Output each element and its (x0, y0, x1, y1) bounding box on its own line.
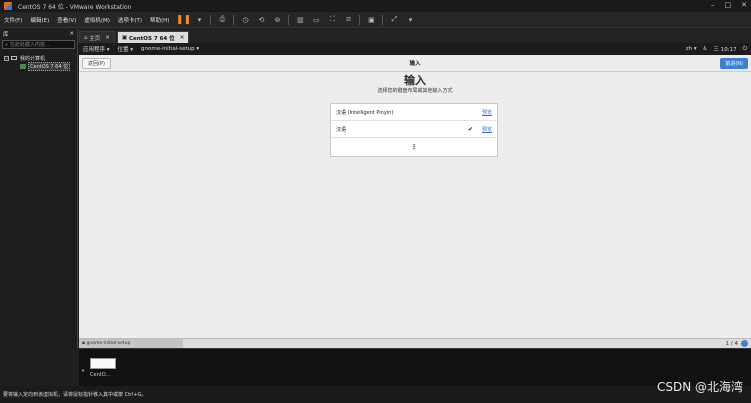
setup-content: 输入 选择您的键盘布局或其他输入方式 汉语 (Intelligent Pinyi… (79, 72, 751, 338)
library-header: 库 ✕ (0, 29, 77, 39)
toolbar-divider (233, 14, 235, 25)
tree-item-label: CentOS 7 64 位 (28, 61, 71, 71)
notification-icon[interactable] (741, 340, 748, 347)
workspace-pager[interactable]: 1 / 4 (726, 341, 738, 347)
title-bar: CentOS 7 64 位 - VMware Workstation – □ ✕ (0, 0, 751, 12)
power-icon[interactable]: ⏻ (743, 46, 747, 53)
menu-tabs[interactable]: 选项卡(T) (114, 16, 146, 24)
minimize-button[interactable]: – (711, 1, 715, 9)
accessibility-icon[interactable]: ♿ (703, 46, 708, 52)
stretch-icon[interactable]: ⤢ (388, 14, 400, 25)
vmware-app-icon (4, 2, 12, 10)
tab-home[interactable]: ⌂ 主页 ✕ (79, 31, 115, 43)
input-source-list: 汉语 (Intelligent Pinyin) 预览 汉语 ✔ 预览 ⋮ (330, 103, 498, 157)
vm-icon (20, 63, 26, 69)
pause-icon[interactable]: ❚❚ (176, 14, 191, 25)
language-indicator[interactable]: zh ▾ (686, 46, 697, 52)
computer-icon (11, 56, 17, 60)
send-keys-icon[interactable]: ⎙ (216, 14, 228, 25)
vm-tab-icon: ▣ (121, 34, 129, 41)
library-panel: 库 ✕ ⌕ 在此处键入内容... − 我的计算机 CentOS 7 64 位 (0, 29, 78, 348)
close-window-button[interactable]: ✕ (741, 1, 747, 9)
page-title: 输入 (404, 74, 426, 87)
toolbar-divider (359, 14, 361, 25)
gnome-current-app[interactable]: gnome-initial-setup ▾ (137, 46, 203, 52)
tab-centos[interactable]: ▣ CentOS 7 64 位 ✕ (116, 31, 190, 43)
more-options-button[interactable]: ⋮ (331, 138, 497, 156)
toolbar-divider (382, 14, 384, 25)
status-text: 要将输入定向到该虚拟机，请将鼠标指针移入其中或按 Ctrl+G。 (3, 392, 147, 398)
clock[interactable]: 三 10:17 (714, 45, 737, 53)
setup-header-bar: 返回(P) 输入 前进(N) (79, 55, 751, 72)
preview-link[interactable]: 预览 (482, 109, 492, 116)
unity-icon[interactable]: ⧄ (342, 14, 354, 25)
menu-edit[interactable]: 编辑(E) (26, 16, 53, 24)
tab-label: 主页 (89, 35, 101, 42)
page-subtitle: 选择您的键盘布局或其他输入方式 (377, 88, 453, 94)
thumbnail-bar: ◂ CentO... (79, 348, 751, 386)
collapse-icon[interactable]: − (4, 55, 9, 61)
scroll-left-icon[interactable]: ◂ (81, 367, 84, 374)
menu-help[interactable]: 帮助(H) (146, 16, 173, 24)
tree-item-label: 我的计算机 (20, 55, 46, 62)
tree-item-centos[interactable]: CentOS 7 64 位 (0, 61, 77, 71)
gnome-bottom-bar: ▪ gnome-initial-setup 1 / 4 (79, 338, 751, 348)
menu-view[interactable]: 查看(V) (53, 16, 80, 24)
toolbar-divider (210, 14, 212, 25)
checkmark-icon: ✔ (467, 125, 473, 133)
fullscreen-icon[interactable]: ⛶ (326, 14, 338, 25)
header-title: 输入 (409, 61, 421, 67)
snapshot-manager-icon[interactable]: ⊚ (271, 14, 283, 25)
search-icon: ⌕ (5, 41, 8, 48)
toolbar: ❚❚ ▾ ⎙ ◷ ⟲ ⊚ ▥ ▭ ⛶ ⧄ ▣ ⤢ ▾ (175, 14, 418, 25)
library-view-icon[interactable]: ▥ (294, 14, 306, 25)
snapshot-icon[interactable]: ◷ (239, 14, 251, 25)
window-list-item[interactable]: ▪ gnome-initial-setup (79, 339, 183, 348)
status-bar: 要将输入定向到该虚拟机，请将鼠标指针移入其中或按 Ctrl+G。 (0, 386, 751, 403)
tab-label: CentOS 7 64 位 (129, 35, 175, 42)
library-close-icon[interactable]: ✕ (69, 31, 74, 37)
dropdown-icon[interactable]: ▾ (404, 14, 416, 25)
list-item[interactable]: 汉语 ✔ 预览 (331, 121, 497, 138)
library-title: 库 (3, 32, 9, 38)
menu-vm[interactable]: 虚拟机(M) (80, 16, 114, 24)
revert-snapshot-icon[interactable]: ⟲ (255, 14, 267, 25)
thumbnail-view-icon[interactable]: ▭ (310, 14, 322, 25)
library-search-placeholder: 在此处键入内容... (9, 42, 50, 48)
tab-close-icon[interactable]: ✕ (105, 35, 110, 41)
menu-file[interactable]: 文件(F) (0, 16, 26, 24)
preview-link[interactable]: 预览 (482, 126, 492, 133)
tab-bar: ⌂ 主页 ✕ ▣ CentOS 7 64 位 ✕ (79, 29, 751, 43)
vm-display[interactable]: 应用程序 ▾ 位置 ▾ gnome-initial-setup ▾ zh ▾ ♿… (79, 43, 751, 348)
input-source-name: 汉语 (Intelligent Pinyin) (336, 109, 394, 116)
menu-bar: 文件(F) 编辑(E) 查看(V) 虚拟机(M) 选项卡(T) 帮助(H) ❚❚… (0, 12, 751, 28)
input-source-name: 汉语 (336, 126, 347, 133)
window-title: CentOS 7 64 位 - VMware Workstation (18, 3, 132, 11)
back-button[interactable]: 返回(P) (82, 57, 111, 69)
vm-thumbnail[interactable]: CentO... (90, 358, 118, 385)
dropdown-icon[interactable]: ▾ (193, 14, 205, 25)
console-icon[interactable]: ▣ (365, 14, 377, 25)
maximize-button[interactable]: □ (725, 1, 732, 9)
thumbnail-caption: CentO... (90, 372, 111, 378)
gnome-places-menu[interactable]: 位置 ▾ (114, 45, 138, 53)
watermark: CSDN @北海湾 (656, 380, 743, 394)
window-list-label: gnome-initial-setup (86, 341, 131, 346)
window-controls: – □ ✕ (711, 1, 747, 9)
library-search-input[interactable]: ⌕ 在此处键入内容... (2, 40, 75, 49)
gnome-top-bar: 应用程序 ▾ 位置 ▾ gnome-initial-setup ▾ zh ▾ ♿… (79, 43, 751, 55)
tab-close-icon[interactable]: ✕ (180, 35, 185, 41)
thumbnail-preview (90, 358, 116, 369)
gnome-status-area: zh ▾ ♿ 三 10:17 ⏻ (686, 45, 751, 54)
toolbar-divider (288, 14, 290, 25)
more-icon: ⋮ (410, 143, 418, 151)
next-button[interactable]: 前进(N) (720, 57, 748, 69)
list-item[interactable]: 汉语 (Intelligent Pinyin) 预览 (331, 104, 497, 121)
vm-tree: − 我的计算机 CentOS 7 64 位 (0, 54, 77, 71)
gnome-applications-menu[interactable]: 应用程序 ▾ (79, 45, 114, 53)
